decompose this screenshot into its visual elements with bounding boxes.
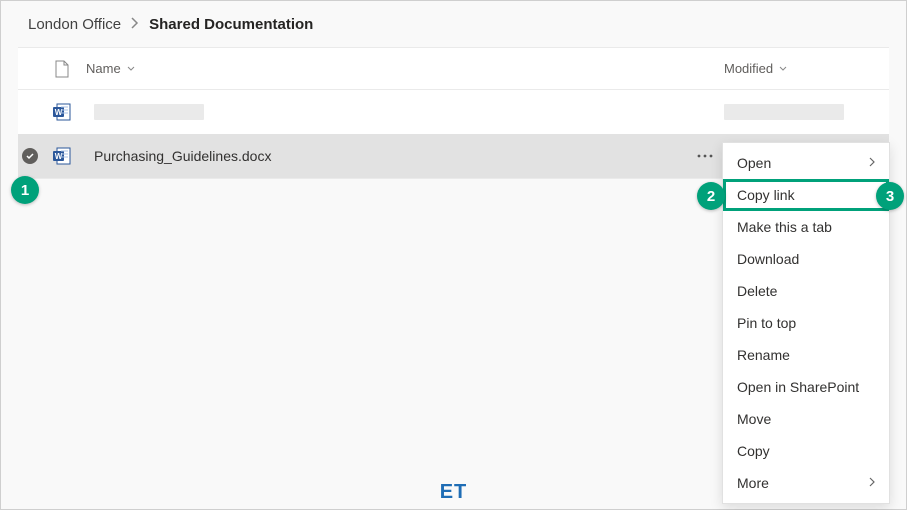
checkmark-icon[interactable]: [22, 148, 38, 164]
breadcrumb-current: Shared Documentation: [149, 16, 313, 33]
menu-move[interactable]: Move: [723, 403, 889, 435]
chevron-right-icon: [869, 476, 875, 490]
callout-badge-3: 3: [876, 182, 904, 210]
modified-column-header[interactable]: Modified: [724, 61, 889, 76]
chevron-down-icon: [127, 64, 135, 74]
menu-copy-link[interactable]: Copy link: [723, 179, 889, 211]
breadcrumb: London Office Shared Documentation: [0, 0, 907, 47]
file-name: Purchasing_Guidelines.docx: [82, 148, 686, 164]
menu-open[interactable]: Open: [723, 147, 889, 179]
more-actions-button[interactable]: [686, 134, 724, 178]
breadcrumb-parent[interactable]: London Office: [28, 16, 121, 33]
word-file-icon: W: [42, 146, 82, 166]
modified-cell: [724, 104, 889, 120]
menu-more[interactable]: More: [723, 467, 889, 499]
menu-pin-to-top[interactable]: Pin to top: [723, 307, 889, 339]
watermark: ET: [440, 481, 468, 504]
context-menu: Open Copy link Make this a tab Download …: [722, 142, 890, 504]
file-type-column-icon[interactable]: [42, 60, 82, 78]
file-name: [82, 104, 724, 120]
name-column-header[interactable]: Name: [82, 61, 724, 76]
chevron-right-icon: [131, 16, 139, 33]
callout-badge-1: 1: [11, 176, 39, 204]
table-row[interactable]: W: [18, 90, 889, 134]
callout-badge-2: 2: [697, 182, 725, 210]
list-header: Name Modified: [18, 48, 889, 90]
menu-open-sharepoint[interactable]: Open in SharePoint: [723, 371, 889, 403]
word-file-icon: W: [42, 102, 82, 122]
chevron-right-icon: [869, 156, 875, 170]
menu-copy[interactable]: Copy: [723, 435, 889, 467]
menu-rename[interactable]: Rename: [723, 339, 889, 371]
menu-download[interactable]: Download: [723, 243, 889, 275]
menu-make-tab[interactable]: Make this a tab: [723, 211, 889, 243]
menu-delete[interactable]: Delete: [723, 275, 889, 307]
chevron-down-icon: [779, 64, 787, 74]
